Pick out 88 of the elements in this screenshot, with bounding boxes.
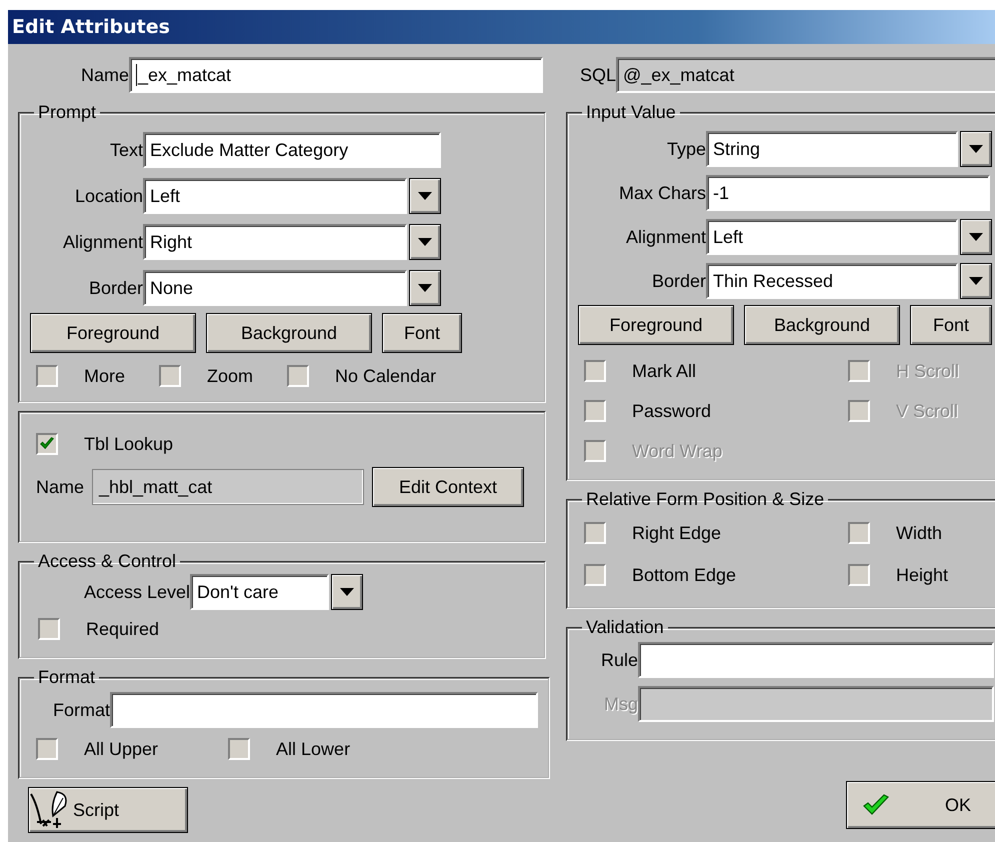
field-label: Border xyxy=(650,270,706,292)
group-title: Format xyxy=(37,667,96,688)
checkbox-label: All Upper xyxy=(84,738,158,760)
checkbox[interactable] xyxy=(584,522,606,544)
dropdown-button[interactable] xyxy=(960,219,992,255)
field-label: Msg xyxy=(602,694,638,714)
push-button[interactable]: Edit Context xyxy=(372,467,524,507)
checkbox[interactable] xyxy=(38,618,60,640)
checkbox-label: Tbl Lookup xyxy=(84,434,174,454)
text-field[interactable]: Exclude Matter Category xyxy=(143,132,441,168)
checkbox[interactable] xyxy=(287,365,310,387)
checkbox[interactable] xyxy=(584,360,606,382)
field-label: Text xyxy=(108,140,143,160)
sql-field[interactable]: @_ex_matcat xyxy=(616,57,995,93)
checkbox-label: No Calendar xyxy=(335,366,436,386)
field-label: Alignment xyxy=(624,226,706,248)
field-label: Location xyxy=(74,186,143,206)
push-button[interactable]: Font xyxy=(910,305,992,345)
dropdown-field[interactable]: None xyxy=(143,270,407,306)
dropdown-button[interactable] xyxy=(331,574,363,610)
checkbox-label: Bottom Edge xyxy=(632,564,736,586)
dropdown-field[interactable]: Thin Recessed xyxy=(706,263,958,299)
dropdown-button[interactable] xyxy=(409,224,441,260)
text-field[interactable]: -1 xyxy=(706,175,990,211)
checkbox[interactable] xyxy=(36,365,58,387)
dropdown-field[interactable]: Left xyxy=(706,219,958,255)
text-field[interactable] xyxy=(110,692,538,728)
checkbox[interactable] xyxy=(584,400,606,422)
checkbox-label: Zoom xyxy=(207,366,254,386)
checkbox[interactable] xyxy=(848,522,870,544)
field-label: Rule xyxy=(600,650,638,670)
checkbox[interactable] xyxy=(848,564,870,586)
field-label: Access Level xyxy=(82,582,190,602)
checkbox-label: Word Wrap xyxy=(632,440,722,462)
field-label: Name xyxy=(36,476,84,498)
caret-icon xyxy=(969,145,983,153)
dropdown-button[interactable] xyxy=(409,178,441,214)
field-label: Format xyxy=(52,700,110,720)
field-label: Name xyxy=(80,64,129,86)
group-title: Relative Form Position & Size xyxy=(585,489,826,510)
dropdown-field[interactable]: Right xyxy=(143,224,407,260)
field-label: Max Chars xyxy=(618,182,706,204)
checkbox-label: H Scroll xyxy=(896,360,960,382)
checkbox[interactable] xyxy=(584,564,606,586)
checkbox-label: More xyxy=(84,366,126,386)
dropdown-button[interactable] xyxy=(409,270,441,306)
dropdown-field[interactable]: String xyxy=(706,131,958,167)
ok-button[interactable]: OK xyxy=(846,781,995,829)
group-title: Access & Control xyxy=(37,551,178,572)
field-label: Border xyxy=(88,278,143,298)
push-button[interactable]: Background xyxy=(744,305,900,345)
push-button[interactable]: Foreground xyxy=(578,305,734,345)
checkbox[interactable] xyxy=(36,433,58,455)
checkbox[interactable] xyxy=(36,738,58,760)
dropdown-field[interactable]: Left xyxy=(143,178,407,214)
text-field[interactable] xyxy=(638,642,994,678)
caret-icon xyxy=(969,233,983,241)
push-button[interactable]: Background xyxy=(206,313,372,353)
caret-icon xyxy=(418,238,432,246)
name-field[interactable]: _ex_matcat xyxy=(129,57,543,93)
group-title: Input Value xyxy=(585,102,677,123)
checkbox-label: Width xyxy=(896,522,942,544)
field-label: Type xyxy=(666,138,706,160)
caret-icon xyxy=(969,277,983,285)
checkbox-label: Password xyxy=(632,400,712,422)
dropdown-button[interactable] xyxy=(960,131,992,167)
caret-icon xyxy=(418,192,432,200)
checkmark-icon xyxy=(863,794,889,816)
dropdown-button[interactable] xyxy=(960,263,992,299)
group-title: Validation xyxy=(585,617,665,638)
checkbox-label: Mark All xyxy=(632,360,696,382)
checkbox-label: All Lower xyxy=(276,738,350,760)
push-button[interactable]: Foreground xyxy=(30,313,196,353)
script-button[interactable]: Script xyxy=(28,787,188,833)
caret-icon xyxy=(340,588,354,596)
checkbox[interactable] xyxy=(228,738,250,760)
checkbox[interactable] xyxy=(159,365,182,387)
window-title: Edit Attributes xyxy=(12,16,170,38)
checkbox-label: Right Edge xyxy=(632,522,722,544)
checkbox-label: Height xyxy=(896,564,948,586)
dropdown-field[interactable]: Don't care xyxy=(190,574,329,610)
checkbox-label: Required xyxy=(86,618,160,640)
group-title: Prompt xyxy=(37,102,98,123)
checkbox-label: V Scroll xyxy=(896,400,958,422)
caret-icon xyxy=(418,284,432,292)
field-label: Alignment xyxy=(62,232,143,252)
push-button[interactable]: Font xyxy=(382,313,462,353)
field-label: SQL xyxy=(578,64,616,86)
